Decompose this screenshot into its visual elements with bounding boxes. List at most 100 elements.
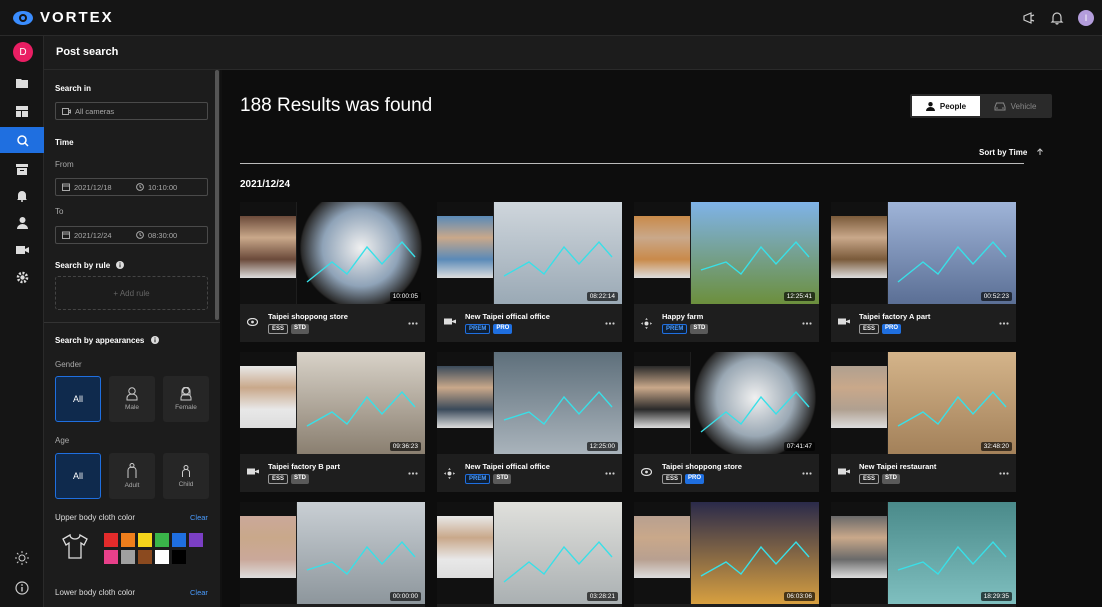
camera-name: Taipei shoppong store [662, 462, 742, 471]
swatch-blue[interactable] [172, 533, 186, 547]
swatch-orange[interactable] [121, 533, 135, 547]
more-options-button[interactable] [802, 317, 812, 327]
sort-control[interactable]: Sort by Time [979, 148, 1044, 157]
from-label: From [55, 160, 74, 169]
result-card[interactable]: 08:22:14 New Taipei offical office PREM PRO [437, 202, 622, 342]
page-title: Post search [56, 46, 119, 58]
video-camera-icon [15, 246, 29, 254]
age-child-button[interactable]: Child [163, 453, 209, 499]
account-avatar[interactable]: D [13, 42, 33, 62]
info-button[interactable] [0, 581, 44, 595]
age-adult-button[interactable]: Adult [109, 453, 155, 499]
top-bar: VORTEX I [0, 0, 1102, 36]
result-card[interactable]: 07:41:47 Taipei shoppong store ESS PRO [634, 352, 819, 492]
swatch-yellow[interactable] [138, 533, 152, 547]
card-info: New Taipei offical office PREM STD [437, 454, 622, 492]
gender-female-button[interactable]: Female [163, 376, 209, 422]
swatch-black[interactable] [172, 550, 186, 564]
license-tags: ESS PRO [859, 324, 902, 334]
more-options-button[interactable] [999, 467, 1009, 477]
video-thumbnail[interactable]: 03:28:21 [437, 502, 622, 604]
result-card[interactable]: 18:29:35 [831, 502, 1016, 607]
user-avatar[interactable]: I [1078, 10, 1094, 26]
person-snapshot [240, 502, 296, 604]
gender-all-button[interactable]: All [55, 376, 101, 422]
video-thumbnail[interactable]: 12:25:00 [437, 352, 622, 454]
people-tab[interactable]: People [912, 96, 980, 116]
users-nav[interactable] [0, 210, 44, 236]
vehicle-tab[interactable]: Vehicle [980, 96, 1050, 116]
clock-icon [136, 183, 144, 191]
settings-nav[interactable] [0, 264, 44, 290]
filter-scrollbar[interactable] [215, 70, 219, 320]
more-options-button[interactable] [802, 467, 812, 477]
video-thumbnail[interactable]: 08:22:14 [437, 202, 622, 304]
divider [240, 163, 1024, 164]
video-thumbnail[interactable]: 18:29:35 [831, 502, 1016, 604]
video-thumbnail[interactable]: 00:52:23 [831, 202, 1016, 304]
dashboard-nav[interactable] [0, 98, 44, 124]
result-card[interactable]: 06:03:06 [634, 502, 819, 607]
devices-nav[interactable] [0, 237, 44, 263]
person-image [634, 216, 690, 278]
result-card[interactable]: 09:36:23 Taipei factory B part ESS STD [240, 352, 425, 492]
video-thumbnail[interactable]: 07:41:47 [634, 352, 819, 454]
gender-male-button[interactable]: Male [109, 376, 155, 422]
card-info: Taipei shoppong store ESS PRO [634, 454, 819, 492]
video-thumbnail[interactable]: 00:00:00 [240, 502, 425, 604]
lower-clear-link[interactable]: Clear [190, 588, 208, 597]
video-duration: 03:28:21 [586, 592, 618, 601]
video-thumbnail[interactable]: 06:03:06 [634, 502, 819, 604]
swatch-white[interactable] [155, 550, 169, 564]
from-date-value: 2021/12/18 [74, 182, 112, 192]
to-datetime-field[interactable]: 2021/12/24 08:30:00 [55, 226, 208, 244]
camera-name: New Taipei restaurant [859, 462, 937, 471]
swatch-pink[interactable] [104, 550, 118, 564]
folder-nav[interactable] [0, 70, 44, 96]
appearance-label: Search by appearances [55, 336, 159, 345]
search-nav[interactable] [0, 127, 44, 153]
person-snapshot [634, 502, 690, 604]
archive-nav[interactable] [0, 156, 44, 182]
more-options-button[interactable] [999, 317, 1009, 327]
motion-path [700, 540, 810, 577]
camera-select[interactable]: All cameras [55, 102, 208, 120]
result-card[interactable]: 00:52:23 Taipei factory A part ESS PRO [831, 202, 1016, 342]
add-rule-button[interactable]: + Add rule [55, 276, 208, 310]
video-thumbnail[interactable]: 09:36:23 [240, 352, 425, 454]
more-options-button[interactable] [408, 467, 418, 477]
camera-type-indicator [247, 468, 259, 477]
from-datetime-field[interactable]: 2021/12/18 10:10:00 [55, 178, 208, 196]
result-card[interactable]: 00:00:00 [240, 502, 425, 607]
more-options-button[interactable] [605, 317, 615, 327]
video-thumbnail[interactable]: 32:48:20 [831, 352, 1016, 454]
fisheye-camera-icon [246, 317, 259, 327]
video-thumbnail[interactable]: 12:25:41 [634, 202, 819, 304]
age-all-button[interactable]: All [55, 453, 101, 499]
license-badge: STD [291, 324, 310, 334]
bell-icon[interactable] [1050, 11, 1064, 25]
swatch-brown[interactable] [138, 550, 152, 564]
result-card[interactable]: 10:00:05 Taipei shoppong store ESS STD [240, 202, 425, 342]
result-card[interactable]: 12:25:00 New Taipei offical office PREM STD [437, 352, 622, 492]
result-card[interactable]: 32:48:20 New Taipei restaurant ESS STD [831, 352, 1016, 492]
bullet-camera-icon [838, 318, 850, 325]
upper-clear-link[interactable]: Clear [190, 513, 208, 522]
swatch-gray[interactable] [121, 550, 135, 564]
person-image [240, 366, 296, 428]
swatch-green[interactable] [155, 533, 169, 547]
more-options-button[interactable] [408, 317, 418, 327]
more-options-button[interactable] [605, 467, 615, 477]
theme-toggle[interactable] [0, 551, 44, 565]
info-icon[interactable] [150, 336, 159, 344]
result-card[interactable]: 12:25:41 Happy farm PREM STD [634, 202, 819, 342]
swatch-purple[interactable] [189, 533, 203, 547]
video-thumbnail[interactable]: 10:00:05 [240, 202, 425, 304]
alerts-nav[interactable] [0, 183, 44, 209]
swatch-red[interactable] [104, 533, 118, 547]
info-icon[interactable] [116, 261, 125, 269]
result-card[interactable]: 03:28:21 [437, 502, 622, 607]
person-image [437, 516, 493, 578]
motion-path [503, 540, 613, 583]
announcement-icon[interactable] [1022, 11, 1036, 25]
